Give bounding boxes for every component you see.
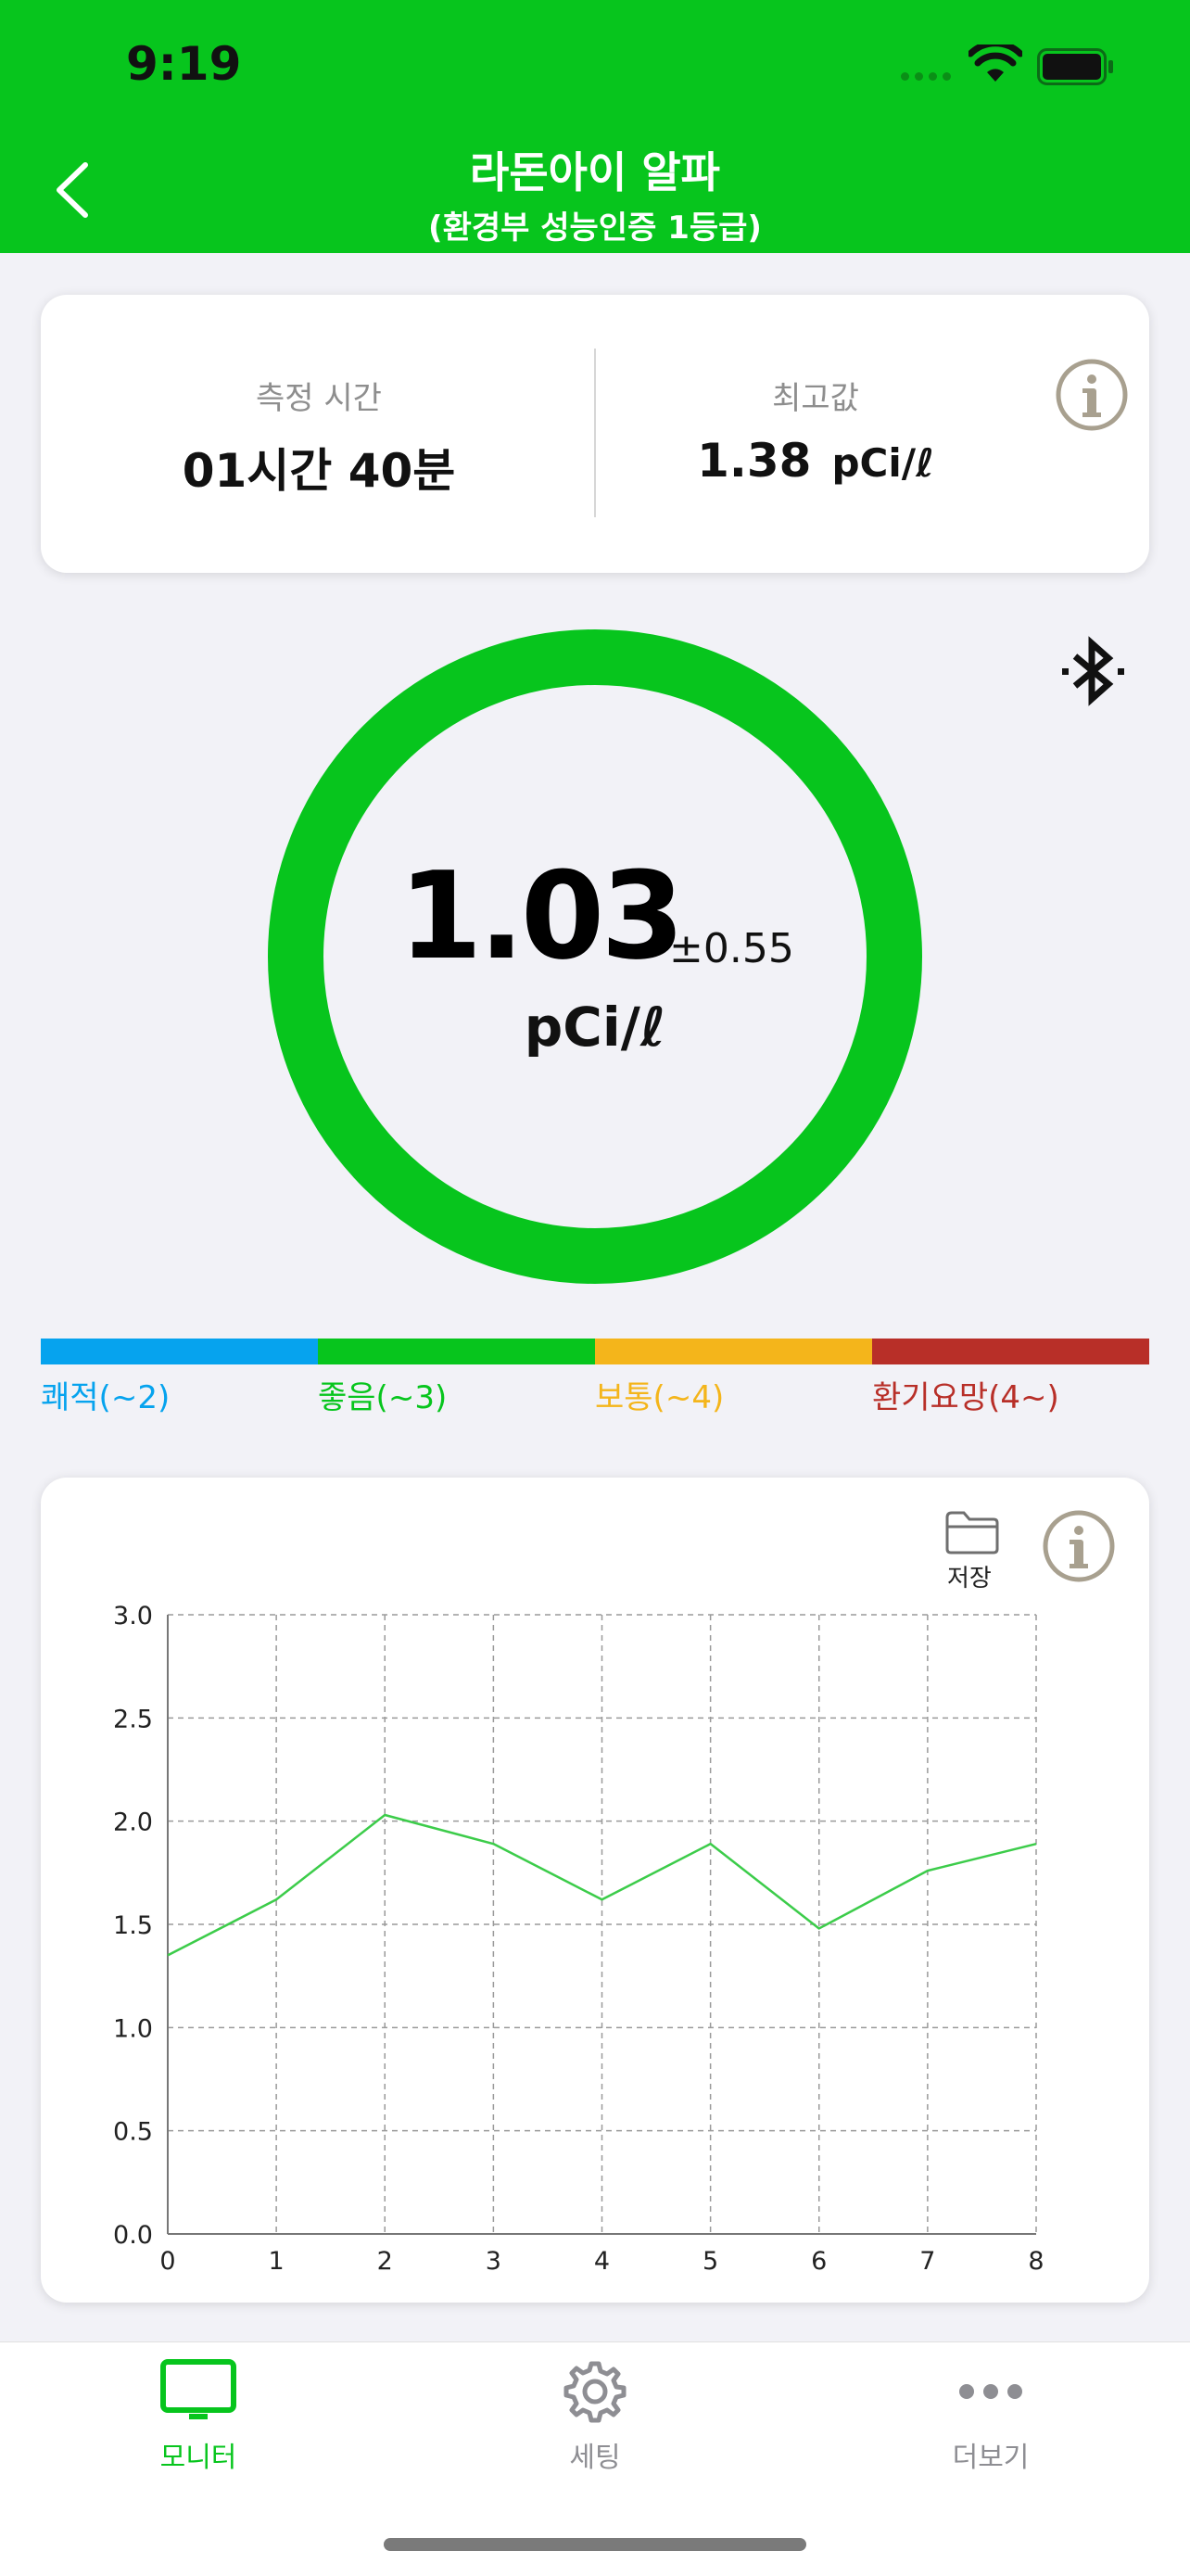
gear-icon (563, 2361, 627, 2423)
info-icon[interactable] (1055, 358, 1129, 432)
measurement-summary-card: 측정 시간 01시간 40분 최고값 1.38 pCi/ℓ (41, 295, 1149, 573)
level-legend-bar (41, 1339, 1149, 1364)
measure-time-value: 01시간 40분 (182, 444, 456, 498)
wifi-icon (968, 44, 1022, 82)
info-divider (594, 349, 596, 517)
y-tick-label: 1.5 (113, 1911, 153, 1940)
tab-settings-label: 세팅 (569, 2442, 621, 2474)
max-value-label: 최고값 (772, 380, 859, 417)
radon-error-margin: ±0.55 (669, 925, 794, 972)
y-tick-label: 3.0 (113, 1602, 153, 1631)
x-tick-label: 7 (919, 2247, 935, 2276)
y-tick-label: 2.0 (113, 1808, 153, 1837)
bluetooth-icon[interactable] (1057, 634, 1131, 708)
battery-icon (1037, 48, 1113, 85)
x-tick-label: 8 (1028, 2247, 1044, 2276)
tab-more-label: 더보기 (952, 2442, 1030, 2474)
max-value-number: 1.38 (697, 434, 812, 488)
x-tick-label: 1 (269, 2247, 285, 2276)
home-indicator (384, 2538, 806, 2551)
status-time: 9:19 (126, 37, 242, 91)
legend-label-ventilate: 환기요망(4~) (872, 1379, 1059, 1416)
tab-more[interactable]: 더보기 (880, 2358, 1102, 2479)
x-tick-label: 3 (486, 2247, 501, 2276)
legend-segment-ventilate (872, 1339, 1149, 1364)
measure-time-label: 측정 시간 (256, 380, 382, 417)
radon-history-chart: 0.0 0.5 1.0 1.5 2.0 2.5 3.0 0 1 2 3 4 5 6 7 8 (113, 1602, 1044, 2276)
tab-monitor-label: 모니터 (159, 2442, 237, 2474)
cellular-signal-icon (901, 72, 951, 81)
x-tick-label: 2 (377, 2247, 393, 2276)
more-icon (959, 2384, 1022, 2399)
legend-label-normal: 보통(~4) (595, 1379, 725, 1416)
y-tick-label: 2.5 (113, 1705, 153, 1733)
x-tick-label: 0 (159, 2247, 175, 2276)
current-radon-value: 1.03 (399, 845, 685, 986)
legend-label-good: 좋음(~3) (318, 1379, 448, 1416)
max-value: 1.38 pCi/ℓ (649, 434, 982, 488)
y-tick-label: 1.0 (113, 2014, 153, 2043)
y-tick-label: 0.0 (113, 2221, 153, 2250)
page-subtitle: (환경부 성능인증 1등급) (428, 209, 762, 247)
legend-segment-comfortable (41, 1339, 318, 1364)
page-title: 라돈아이 알파 (470, 147, 720, 197)
monitor-icon (160, 2359, 236, 2419)
tab-monitor[interactable]: 모니터 (87, 2358, 310, 2479)
x-tick-label: 6 (811, 2247, 827, 2276)
max-value-unit: pCi/ℓ (831, 440, 934, 486)
tab-settings[interactable]: 세팅 (484, 2358, 706, 2479)
x-tick-label: 4 (594, 2247, 610, 2276)
y-tick-label: 0.5 (113, 2118, 153, 2147)
legend-segment-good (318, 1339, 595, 1364)
x-tick-label: 5 (703, 2247, 718, 2276)
legend-label-comfortable: 쾌적(~2) (41, 1379, 171, 1416)
legend-segment-normal (595, 1339, 872, 1364)
radon-unit: pCi/ℓ (524, 996, 666, 1059)
